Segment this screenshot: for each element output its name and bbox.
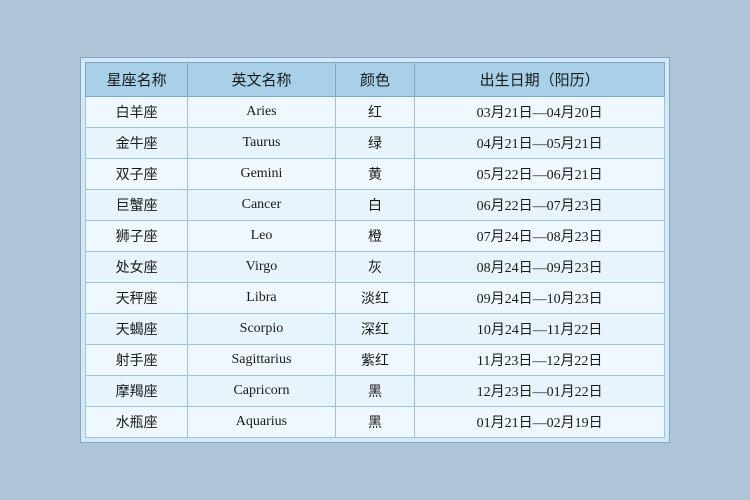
cell-chinese: 狮子座 <box>86 221 188 252</box>
cell-date: 06月22日—07月23日 <box>415 190 665 221</box>
table-row: 狮子座Leo橙07月24日—08月23日 <box>86 221 665 252</box>
header-date: 出生日期（阳历） <box>415 63 665 97</box>
cell-date: 08月24日—09月23日 <box>415 252 665 283</box>
cell-chinese: 天秤座 <box>86 283 188 314</box>
cell-english: Aquarius <box>188 407 336 438</box>
cell-english: Scorpio <box>188 314 336 345</box>
cell-color: 红 <box>335 97 414 128</box>
header-color: 颜色 <box>335 63 414 97</box>
table-row: 水瓶座Aquarius黑01月21日—02月19日 <box>86 407 665 438</box>
table-row: 白羊座Aries红03月21日—04月20日 <box>86 97 665 128</box>
cell-english: Libra <box>188 283 336 314</box>
cell-date: 12月23日—01月22日 <box>415 376 665 407</box>
cell-chinese: 水瓶座 <box>86 407 188 438</box>
cell-color: 黄 <box>335 159 414 190</box>
cell-chinese: 双子座 <box>86 159 188 190</box>
cell-chinese: 天蝎座 <box>86 314 188 345</box>
cell-english: Gemini <box>188 159 336 190</box>
cell-chinese: 射手座 <box>86 345 188 376</box>
cell-color: 深红 <box>335 314 414 345</box>
cell-english: Capricorn <box>188 376 336 407</box>
cell-color: 黑 <box>335 407 414 438</box>
cell-date: 01月21日—02月19日 <box>415 407 665 438</box>
cell-chinese: 巨蟹座 <box>86 190 188 221</box>
table-row: 处女座Virgo灰08月24日—09月23日 <box>86 252 665 283</box>
zodiac-table-container: 星座名称 英文名称 颜色 出生日期（阳历） 白羊座Aries红03月21日—04… <box>80 57 670 443</box>
table-row: 天蝎座Scorpio深红10月24日—11月22日 <box>86 314 665 345</box>
cell-date: 07月24日—08月23日 <box>415 221 665 252</box>
cell-chinese: 白羊座 <box>86 97 188 128</box>
cell-english: Virgo <box>188 252 336 283</box>
cell-color: 灰 <box>335 252 414 283</box>
table-row: 射手座Sagittarius紫红11月23日—12月22日 <box>86 345 665 376</box>
cell-date: 05月22日—06月21日 <box>415 159 665 190</box>
cell-date: 04月21日—05月21日 <box>415 128 665 159</box>
cell-color: 白 <box>335 190 414 221</box>
cell-chinese: 处女座 <box>86 252 188 283</box>
cell-english: Sagittarius <box>188 345 336 376</box>
header-chinese: 星座名称 <box>86 63 188 97</box>
zodiac-table: 星座名称 英文名称 颜色 出生日期（阳历） 白羊座Aries红03月21日—04… <box>85 62 665 438</box>
table-row: 金牛座Taurus绿04月21日—05月21日 <box>86 128 665 159</box>
cell-english: Aries <box>188 97 336 128</box>
cell-english: Leo <box>188 221 336 252</box>
header-english: 英文名称 <box>188 63 336 97</box>
cell-date: 10月24日—11月22日 <box>415 314 665 345</box>
cell-english: Taurus <box>188 128 336 159</box>
cell-color: 淡红 <box>335 283 414 314</box>
cell-color: 橙 <box>335 221 414 252</box>
cell-color: 黑 <box>335 376 414 407</box>
cell-date: 09月24日—10月23日 <box>415 283 665 314</box>
cell-color: 紫红 <box>335 345 414 376</box>
cell-english: Cancer <box>188 190 336 221</box>
cell-color: 绿 <box>335 128 414 159</box>
cell-date: 11月23日—12月22日 <box>415 345 665 376</box>
table-row: 双子座Gemini黄05月22日—06月21日 <box>86 159 665 190</box>
cell-chinese: 金牛座 <box>86 128 188 159</box>
cell-date: 03月21日—04月20日 <box>415 97 665 128</box>
table-header-row: 星座名称 英文名称 颜色 出生日期（阳历） <box>86 63 665 97</box>
cell-chinese: 摩羯座 <box>86 376 188 407</box>
table-row: 摩羯座Capricorn黑12月23日—01月22日 <box>86 376 665 407</box>
table-row: 巨蟹座Cancer白06月22日—07月23日 <box>86 190 665 221</box>
table-row: 天秤座Libra淡红09月24日—10月23日 <box>86 283 665 314</box>
